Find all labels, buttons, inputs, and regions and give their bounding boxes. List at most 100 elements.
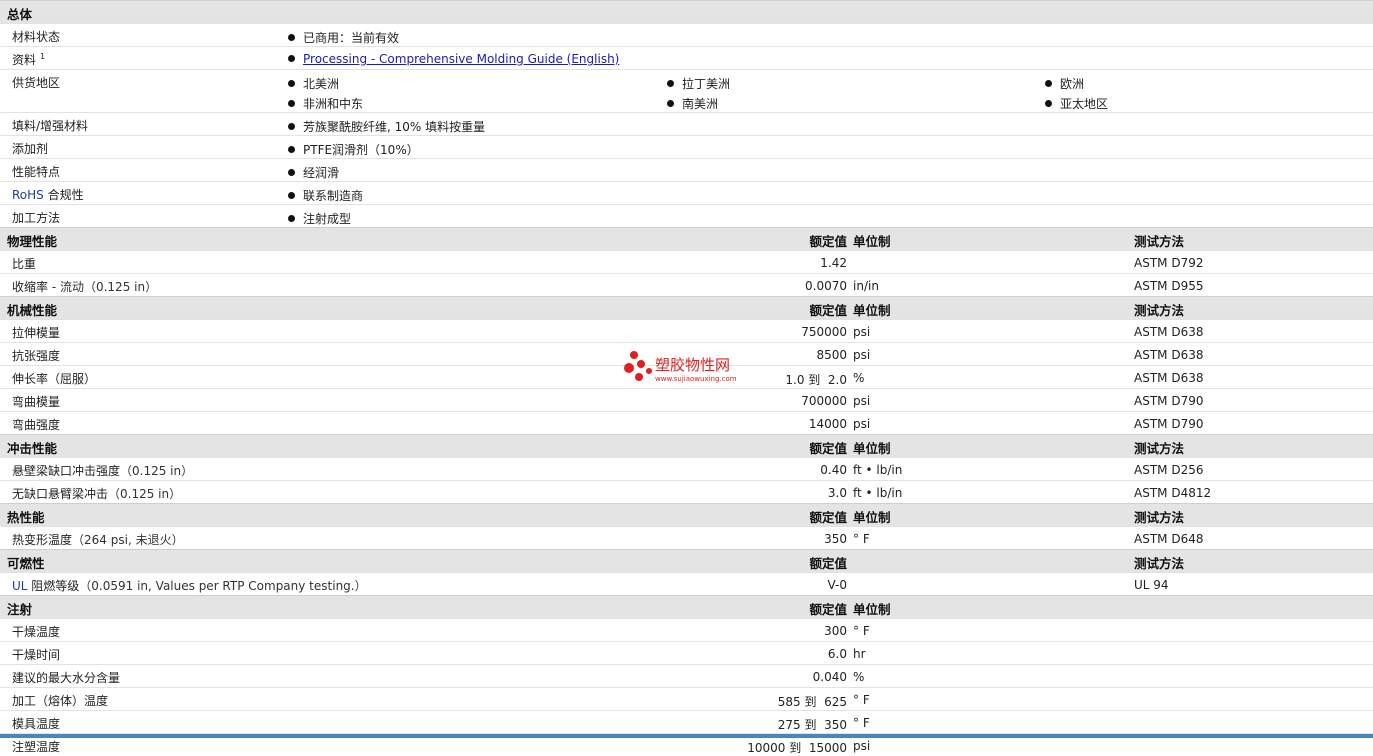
property-row: 加工（熔体）温度 585 到 625 ° F	[0, 687, 1373, 710]
label-text: 合规性	[43, 188, 84, 202]
label-text: 弯曲模量	[12, 395, 61, 409]
bullet-icon	[667, 100, 674, 107]
section-header: 可燃性 额定值 测试方法	[0, 549, 1373, 572]
section-title: 机械性能	[7, 303, 58, 318]
property-unit: ft • lb/in	[853, 463, 903, 477]
row-label: 材料状态	[12, 28, 60, 45]
section-title: 可燃性	[7, 556, 45, 571]
property-label: 伸长率（屈服）	[12, 370, 96, 387]
property-label: 拉伸模量	[12, 324, 60, 341]
header-unit: 单位制	[853, 441, 891, 456]
row-label: 添加剂	[12, 140, 48, 157]
test-method: ASTM D792	[1134, 256, 1204, 270]
label-condition: （0.125 in）	[120, 464, 194, 478]
property-row: 收缩率 - 流动（0.125 in） 0.0070 in/in ASTM D955	[0, 273, 1373, 296]
property-label: 注塑温度	[12, 738, 60, 755]
test-method: ASTM D638	[1134, 371, 1204, 385]
section-header: 物理性能 额定值 单位制 测试方法	[0, 227, 1373, 250]
label-text: 悬壁梁缺口冲击强度	[12, 464, 121, 478]
label-text: 建议的最大水分含量	[12, 671, 121, 685]
region-item: 南美洲	[667, 95, 718, 112]
general-row: 供货地区 北美洲 拉丁美洲 欧洲 非洲和中东 南美洲 亚太地区	[0, 69, 1373, 112]
general-row: 资料 1 Processing - Comprehensive Molding Gu…	[0, 46, 1373, 69]
region-item: 北美洲	[288, 75, 339, 92]
general-row: 性能特点 经润滑	[0, 158, 1373, 181]
header-method: 测试方法	[1134, 303, 1185, 318]
property-label: 悬壁梁缺口冲击强度（0.125 in）	[12, 462, 193, 479]
label-text: 填料/增强材料	[12, 119, 89, 133]
label-text: 资料	[12, 53, 37, 67]
test-method: UL 94	[1134, 578, 1169, 592]
label-text: 收缩率	[12, 280, 49, 294]
property-label: 无缺口悬臂梁冲击（0.125 in）	[12, 485, 181, 502]
property-unit: ft • lb/in	[853, 486, 903, 500]
label-text: 性能特点	[12, 165, 61, 179]
header-value: 额定值	[809, 556, 847, 571]
property-value: 700000	[801, 394, 847, 408]
section-header: 注射 额定值 单位制	[0, 595, 1373, 618]
bullet-item: 注射成型	[288, 210, 351, 227]
property-row: 弯曲模量 700000 psi ASTM D790	[0, 388, 1373, 411]
property-value: 585 到 625	[777, 695, 847, 709]
label-text: 伸长率（屈服）	[12, 372, 97, 386]
test-method: ASTM D638	[1134, 348, 1204, 362]
bullet-item: PTFE润滑剂（10%）	[288, 141, 419, 158]
property-unit: psi	[853, 394, 871, 408]
property-row: UL 阻燃等级（0.0591 in, Values per RTP Compan…	[0, 572, 1373, 595]
bullet-icon	[288, 146, 295, 153]
header-value: 额定值	[809, 303, 847, 318]
label-text: 注塑温度	[12, 740, 61, 754]
property-unit: psi	[853, 325, 871, 339]
property-unit: %	[853, 670, 865, 684]
label-text: 比重	[12, 257, 37, 271]
property-row: 悬壁梁缺口冲击强度（0.125 in） 0.40 ft • lb/in ASTM D2…	[0, 457, 1373, 480]
property-value: 0.40	[820, 463, 847, 477]
header-method: 测试方法	[1134, 441, 1185, 456]
bullet-item: 芳族聚酰胺纤维, 10% 填料按重量	[288, 118, 485, 135]
property-unit: psi	[853, 417, 871, 431]
property-value: 350	[824, 532, 847, 546]
header-value: 额定值	[809, 602, 847, 617]
general-row: 添加剂 PTFE润滑剂（10%）	[0, 135, 1373, 158]
guide-link[interactable]: Processing - Comprehensive Molding Guide…	[288, 52, 619, 66]
header-unit: 单位制	[853, 303, 891, 318]
row-label: 资料 1	[12, 51, 45, 68]
header-unit: 单位制	[853, 510, 891, 525]
property-unit: ° F	[853, 693, 870, 707]
label-text: 无缺口悬臂梁冲击	[12, 487, 109, 501]
label-text: 干燥温度	[12, 625, 61, 639]
label-text: 热变形温度	[12, 533, 73, 547]
section-header-general: 总体	[0, 0, 1373, 23]
property-value: 275 到 350	[777, 718, 847, 732]
label-accent: RoHS	[12, 188, 44, 202]
property-row: 弯曲强度 14000 psi ASTM D790	[0, 411, 1373, 434]
property-row: 比重 1.42 ASTM D792	[0, 250, 1373, 273]
bullet-icon	[288, 123, 295, 130]
label-text: 添加剂	[12, 142, 49, 156]
section-title: 物理性能	[7, 234, 58, 249]
label-condition: - 流动（0.125 in）	[48, 280, 158, 294]
label-text: 材料状态	[12, 30, 61, 44]
property-row: 伸长率（屈服） 1.0 到 2.0% ASTM D638	[0, 365, 1373, 388]
bullet-icon	[1045, 100, 1052, 107]
property-value: 0.0070	[805, 279, 847, 293]
test-method: ASTM D955	[1134, 279, 1204, 293]
property-label: 收缩率 - 流动（0.125 in）	[12, 278, 157, 295]
property-unit: psi	[853, 348, 871, 362]
property-unit: in/in	[853, 279, 879, 293]
region-item: 非洲和中东	[288, 95, 363, 112]
row-label: 填料/增强材料	[12, 117, 88, 134]
property-label: 热变形温度（264 psi, 未退火）	[12, 531, 184, 548]
region-item: 拉丁美洲	[667, 75, 730, 92]
property-label: 抗张强度	[12, 347, 60, 364]
property-label: 比重	[12, 255, 36, 272]
label-condition: （0.0591 in, Values per RTP Company testi…	[79, 579, 367, 593]
property-value: 1.0 到 2.0	[785, 373, 847, 387]
bullet-icon	[288, 34, 295, 41]
general-row: 填料/增强材料 芳族聚酰胺纤维, 10% 填料按重量	[0, 112, 1373, 135]
property-row: 模具温度 275 到 350 ° F	[0, 710, 1373, 733]
property-value: 1.42	[820, 256, 847, 270]
row-label: 加工方法	[12, 209, 60, 226]
property-label: 干燥温度	[12, 623, 60, 640]
property-label: 干燥时间	[12, 646, 60, 663]
